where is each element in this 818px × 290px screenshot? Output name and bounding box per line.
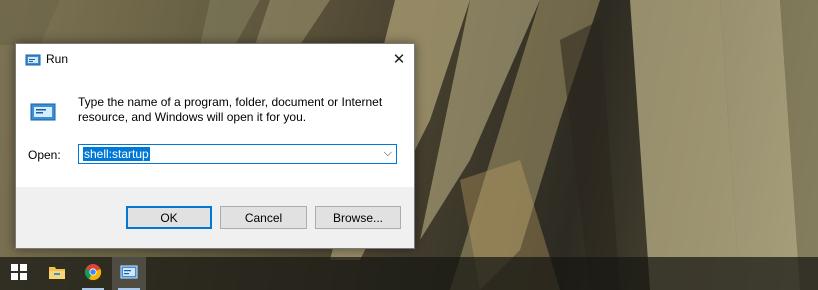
ok-button[interactable]: OK <box>126 206 212 229</box>
taskbar <box>0 257 818 290</box>
run-icon <box>25 52 41 66</box>
chrome-icon <box>84 263 102 285</box>
taskbar-run[interactable] <box>112 257 146 290</box>
file-explorer-icon <box>48 264 66 284</box>
taskbar-file-explorer[interactable] <box>40 257 74 290</box>
open-input-value[interactable]: shell:startup <box>83 147 150 161</box>
run-app-icon <box>120 264 138 283</box>
dialog-content: Type the name of a program, folder, docu… <box>16 74 414 187</box>
instructions-text: Type the name of a program, folder, docu… <box>78 95 383 124</box>
open-label: Open: <box>28 148 61 162</box>
taskbar-chrome[interactable] <box>76 257 110 290</box>
close-icon: ✕ <box>392 50 406 68</box>
run-program-icon <box>30 101 56 123</box>
window-title: Run <box>46 52 69 66</box>
cancel-button[interactable]: Cancel <box>220 206 307 229</box>
chevron-down-icon[interactable]: ⌵ <box>384 146 392 160</box>
run-dialog: Run ✕ Type the name of a program, folder… <box>15 43 415 249</box>
close-button[interactable]: ✕ <box>384 44 414 74</box>
title-bar[interactable]: Run ✕ <box>16 44 414 74</box>
open-combobox[interactable]: shell:startup ⌵ <box>78 144 397 164</box>
windows-start-icon <box>11 263 27 284</box>
start-button[interactable] <box>2 257 36 290</box>
browse-button[interactable]: Browse... <box>315 206 401 229</box>
